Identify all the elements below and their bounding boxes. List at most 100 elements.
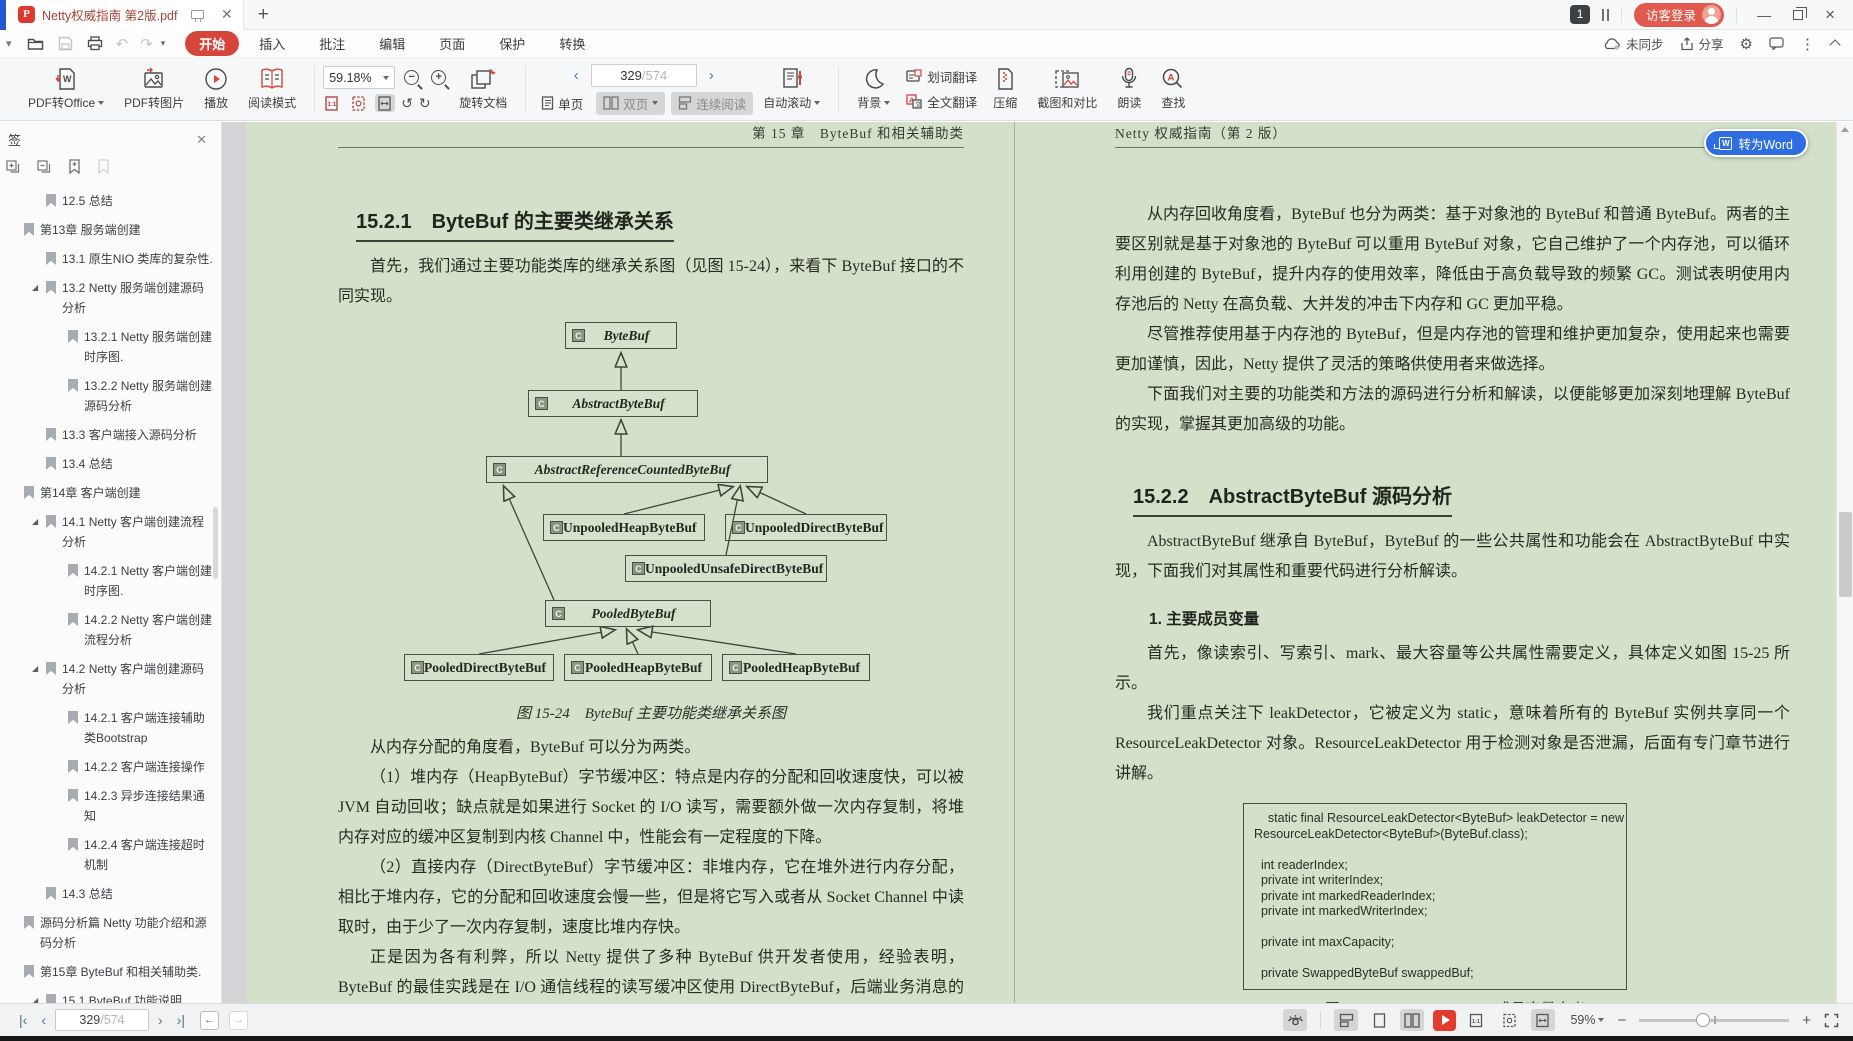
- word-translate-button[interactable]: 划词翻译: [906, 67, 977, 86]
- undo-icon[interactable]: ↶: [116, 35, 129, 53]
- sidebar-bookmark-item[interactable]: 14.2.1 Netty 客户端创建时序图.: [0, 556, 221, 605]
- settings-gear-icon[interactable]: ⚙: [1740, 35, 1753, 53]
- menu-start[interactable]: 开始: [185, 31, 239, 56]
- find-button[interactable]: A 查找: [1151, 67, 1195, 111]
- full-translate-button[interactable]: A文 全文翻译: [906, 92, 977, 111]
- add-bookmark-icon[interactable]: [68, 159, 81, 174]
- document-tab[interactable]: P Netty权威指南 第2版.pdf ✕: [6, 0, 244, 30]
- more-options-icon[interactable]: ⋮: [1800, 35, 1815, 53]
- presentation-play-button[interactable]: [1433, 1010, 1456, 1031]
- menu-page[interactable]: 页面: [425, 31, 479, 56]
- fit-page-button[interactable]: [1498, 1009, 1522, 1031]
- tab-close-icon[interactable]: ✕: [221, 6, 233, 23]
- menu-protect[interactable]: 保护: [485, 31, 539, 56]
- continuous-read-button[interactable]: 连续阅读: [671, 92, 753, 115]
- print-icon[interactable]: [87, 36, 103, 51]
- guest-login-button[interactable]: 访客登录: [1634, 3, 1724, 27]
- tree-expanded-icon[interactable]: ◢: [32, 659, 40, 679]
- main-scrollbar[interactable]: [1836, 122, 1853, 1003]
- share-button[interactable]: 分享: [1680, 34, 1724, 53]
- sidebar-bookmark-item[interactable]: 第14章 客户端创建: [0, 478, 221, 507]
- zoom-out-icon[interactable]: −: [404, 70, 419, 85]
- read-aloud-button[interactable]: 朗读: [1107, 67, 1151, 111]
- pdf-to-image-button[interactable]: PDF转图片: [114, 67, 194, 111]
- prev-page-icon[interactable]: ‹: [36, 1012, 51, 1028]
- sidebar-bookmark-item[interactable]: 14.3 总结: [0, 879, 221, 908]
- save-icon[interactable]: [58, 36, 73, 51]
- sidebar-bookmark-item[interactable]: 13.1 原生NIO 类库的复杂性.: [0, 244, 221, 273]
- sidebar-bookmark-item[interactable]: ◢14.2 Netty 客户端创建源码分析: [0, 654, 221, 703]
- single-page-button[interactable]: 单页: [534, 92, 590, 115]
- notification-badge[interactable]: 1: [1570, 5, 1590, 24]
- rotate-right-icon[interactable]: ↻: [419, 95, 431, 112]
- open-file-icon[interactable]: [27, 36, 44, 51]
- sidebar-bookmark-item[interactable]: 12.5 总结: [0, 186, 221, 215]
- double-page-button[interactable]: 双页: [596, 92, 665, 115]
- sidebar-bookmark-item[interactable]: 14.2.2 Netty 客户端创建流程分析: [0, 605, 221, 654]
- zoom-in-button[interactable]: +: [1798, 1012, 1815, 1029]
- sidebar-bookmark-item[interactable]: 13.4 总结: [0, 449, 221, 478]
- rotate-document-button[interactable]: 旋转文档: [449, 67, 517, 111]
- compress-button[interactable]: 压缩: [983, 67, 1027, 111]
- new-tab-button[interactable]: +: [258, 4, 269, 26]
- double-layout-button[interactable]: [1400, 1009, 1424, 1031]
- next-page-icon[interactable]: ›: [153, 1012, 168, 1028]
- next-view-button[interactable]: →: [229, 1011, 248, 1030]
- sidebar-bookmark-item[interactable]: 14.2.3 异步连接结果通知: [0, 781, 221, 830]
- convert-to-word-button[interactable]: W 转为Word: [1704, 129, 1808, 157]
- sidebar-bookmark-item[interactable]: 13.2.2 Netty 服务端创建源码分析: [0, 371, 221, 420]
- collapse-all-icon[interactable]: [37, 160, 52, 174]
- scrollbar-thumb[interactable]: [1839, 512, 1852, 597]
- zoom-out-button[interactable]: −: [1613, 1012, 1630, 1029]
- menu-edit[interactable]: 编辑: [365, 31, 419, 56]
- quick-access-caret-icon[interactable]: ▾: [161, 38, 166, 49]
- last-page-icon[interactable]: ›|: [172, 1012, 190, 1028]
- restore-button[interactable]: [1793, 10, 1803, 20]
- sidebar-bookmark-item[interactable]: 14.2.1 客户端连接辅助类Bootstrap: [0, 703, 221, 752]
- sidebar-bookmark-item[interactable]: 14.2.2 客户端连接操作: [0, 752, 221, 781]
- first-page-icon[interactable]: |‹: [14, 1012, 32, 1028]
- present-icon[interactable]: [191, 10, 204, 19]
- tree-expanded-icon[interactable]: ◢: [32, 991, 40, 1004]
- zoom-input[interactable]: 59.18%: [323, 66, 395, 89]
- minimize-button[interactable]: —: [1757, 7, 1771, 23]
- fit-page-button[interactable]: [349, 94, 369, 112]
- menu-insert[interactable]: 插入: [245, 31, 299, 56]
- sync-status[interactable]: 未同步: [1603, 34, 1664, 53]
- sidebar-bookmark-item[interactable]: 14.2.4 客户端连接超时机制: [0, 830, 221, 879]
- menu-comment[interactable]: 批注: [305, 31, 359, 56]
- page-number-input[interactable]: 329/574: [591, 64, 697, 87]
- background-button[interactable]: 背景: [847, 67, 900, 111]
- continuous-layout-button[interactable]: [1334, 1009, 1358, 1031]
- tree-expanded-icon[interactable]: ◢: [32, 278, 40, 298]
- chevron-down-icon[interactable]: ▾: [6, 37, 12, 50]
- sidebar-bookmark-item[interactable]: ◢15.1 ByteBuf 功能说明.: [0, 986, 221, 1003]
- fullscreen-icon[interactable]: [1824, 1013, 1839, 1028]
- menu-convert[interactable]: 转换: [545, 31, 599, 56]
- next-page-icon[interactable]: ›: [703, 67, 720, 84]
- tree-expanded-icon[interactable]: ◢: [32, 512, 40, 532]
- zoom-in-icon[interactable]: +: [431, 70, 446, 85]
- play-button[interactable]: 播放: [194, 67, 238, 111]
- sidebar-bookmark-item[interactable]: 第13章 服务端创建: [0, 215, 221, 244]
- zoom-level-label[interactable]: 59%: [1570, 1013, 1604, 1027]
- actual-size-button[interactable]: 1:1: [323, 94, 343, 112]
- zoom-slider-knob[interactable]: [1696, 1013, 1710, 1027]
- pin-icon[interactable]: [1602, 9, 1609, 21]
- sidebar-bookmark-item[interactable]: 第15章 ByteBuf 和相关辅助类.: [0, 957, 221, 986]
- redo-icon[interactable]: ↷: [140, 35, 153, 53]
- scroll-up-icon[interactable]: [1837, 122, 1853, 137]
- feedback-icon[interactable]: [1769, 37, 1784, 50]
- fit-width-button[interactable]: [375, 94, 395, 112]
- bookmark-icon[interactable]: [97, 159, 110, 174]
- sidebar-bookmark-item[interactable]: 13.2.1 Netty 服务端创建时序图.: [0, 322, 221, 371]
- sidebar-bookmark-item[interactable]: ◢14.1 Netty 客户端创建流程分析: [0, 507, 221, 556]
- panel-close-icon[interactable]: ✕: [196, 132, 207, 148]
- eye-protect-button[interactable]: [1283, 1009, 1307, 1031]
- expand-all-icon[interactable]: [6, 160, 21, 174]
- fit-width-button[interactable]: [1531, 1009, 1555, 1031]
- sidebar-bookmark-item[interactable]: 源码分析篇 Netty 功能介绍和源码分析: [0, 908, 221, 957]
- status-page-input[interactable]: 329/574: [55, 1009, 149, 1031]
- pdf-to-office-button[interactable]: W PDF转Office: [18, 67, 114, 111]
- sidebar-bookmark-item[interactable]: ◢13.2 Netty 服务端创建源码分析: [0, 273, 221, 322]
